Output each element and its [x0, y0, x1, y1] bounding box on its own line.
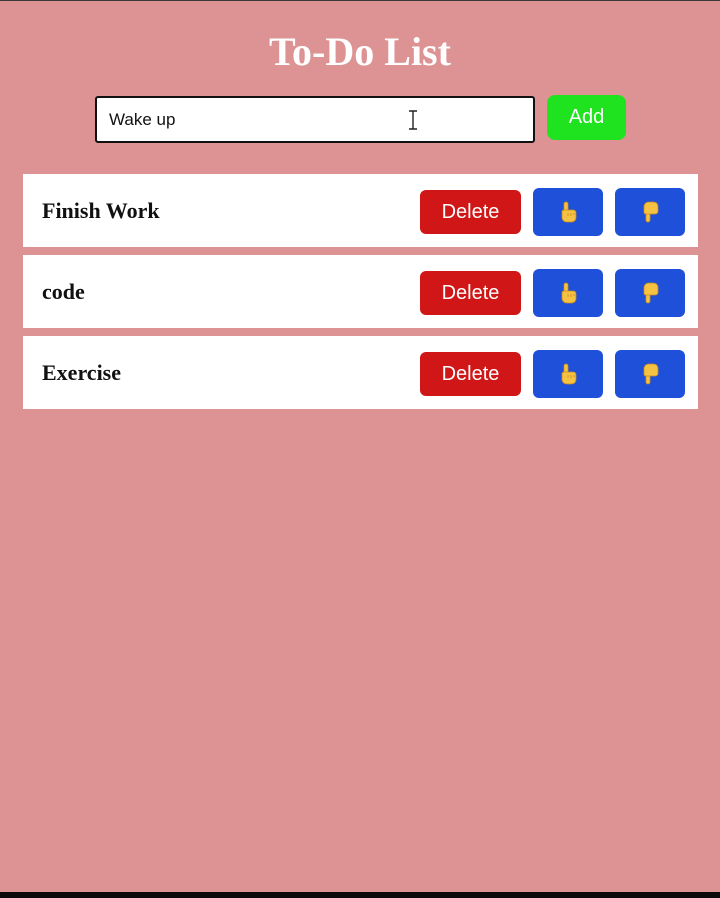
add-button[interactable]: Add — [547, 95, 626, 140]
move-up-button[interactable] — [533, 350, 603, 398]
pointing-down-hand-icon — [643, 201, 659, 223]
window-bottom-bar — [0, 892, 720, 898]
pointing-up-hand-icon — [561, 201, 577, 223]
move-down-button[interactable] — [615, 269, 685, 317]
page-title: To-Do List — [269, 29, 451, 74]
task-text: code — [42, 279, 85, 304]
pointing-down-hand-icon — [643, 282, 659, 304]
task-list: Finish Work Delete code Delete Exercise … — [23, 174, 698, 417]
pointing-down-hand-icon — [643, 363, 659, 385]
window-top-edge — [0, 0, 720, 1]
task-text: Finish Work — [42, 198, 160, 223]
delete-button[interactable]: Delete — [420, 190, 521, 234]
move-down-button[interactable] — [615, 350, 685, 398]
task-row: code Delete — [23, 255, 698, 328]
task-row: Exercise Delete — [23, 336, 698, 409]
pointing-up-hand-icon — [561, 363, 577, 385]
pointing-up-hand-icon — [561, 282, 577, 304]
task-row: Finish Work Delete — [23, 174, 698, 247]
move-up-button[interactable] — [533, 269, 603, 317]
delete-button[interactable]: Delete — [420, 271, 521, 315]
delete-button[interactable]: Delete — [420, 352, 521, 396]
task-input-field[interactable] — [95, 96, 535, 143]
task-text: Exercise — [42, 360, 122, 385]
move-down-button[interactable] — [615, 188, 685, 236]
move-up-button[interactable] — [533, 188, 603, 236]
task-input[interactable] — [97, 98, 533, 141]
